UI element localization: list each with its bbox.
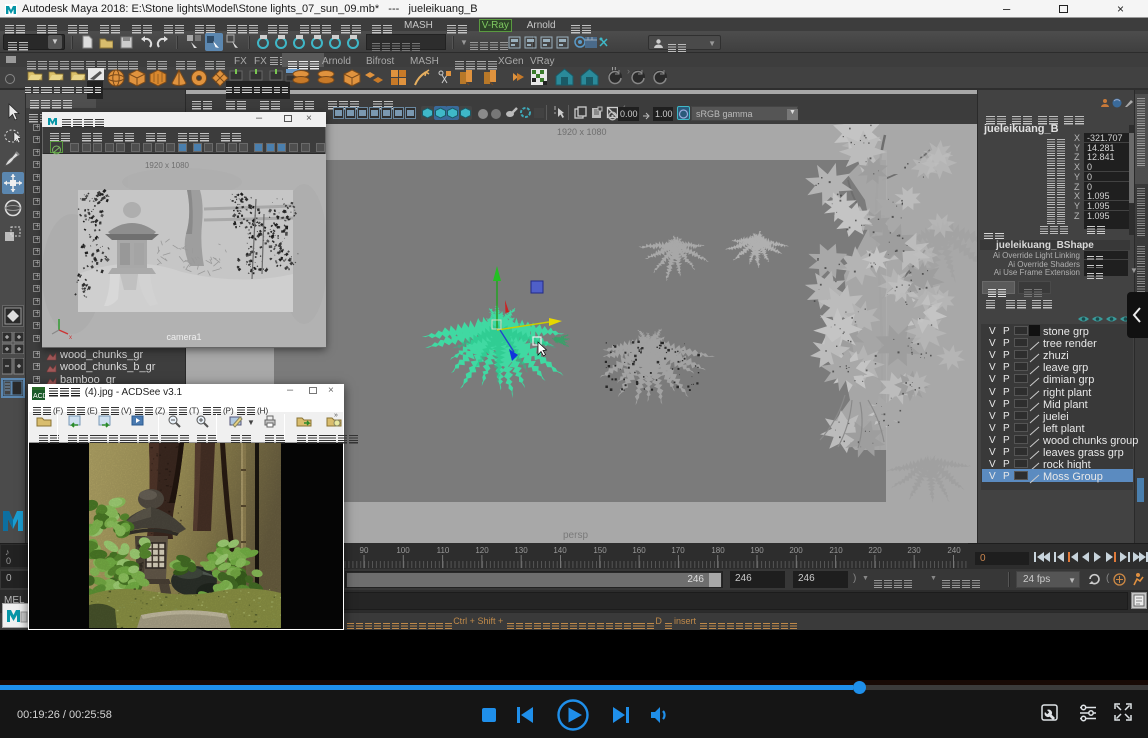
svg-text:1920 x 1080: 1920 x 1080 (145, 161, 190, 170)
svg-text:x: x (69, 335, 72, 341)
svg-text:camera1: camera1 (166, 332, 201, 342)
svg-text:ACD: ACD (33, 393, 45, 400)
